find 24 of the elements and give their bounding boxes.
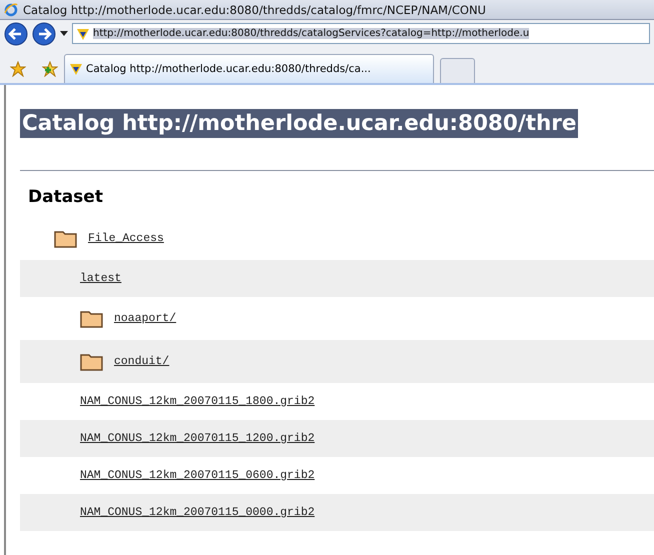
site-icon (69, 62, 83, 76)
folder-icon (54, 229, 78, 248)
favorites-star-icon[interactable] (10, 61, 26, 77)
dropdown-caret-icon[interactable] (60, 30, 68, 36)
browser-tab[interactable]: Catalog http://motherlode.ucar.edu:8080/thredds/ca... (64, 54, 434, 83)
browser-icon (4, 2, 18, 16)
file-link[interactable]: NAM_CONUS_12km_20070115_0000.grib2 (80, 506, 315, 519)
add-favorite-icon[interactable] (42, 61, 58, 77)
file-link[interactable]: NAM_CONUS_12km_20070115_1800.grib2 (80, 395, 315, 408)
folder-link[interactable]: noaaport/ (114, 312, 176, 325)
folder-link[interactable]: conduit/ (114, 355, 170, 368)
forward-button[interactable] (32, 22, 56, 46)
page-heading: Catalog http://motherlode.ucar.edu:8080/thre (20, 109, 578, 138)
folder-link[interactable]: File_Access (88, 232, 164, 245)
folder-icon (80, 309, 104, 328)
file-link[interactable]: NAM_CONUS_12km_20070115_1200.grib2 (80, 432, 315, 445)
site-icon (76, 26, 90, 40)
section-heading: Dataset (28, 187, 104, 207)
address-bar[interactable]: http://motherlode.ucar.edu:8080/thredds/catalogServices?catalog=http://motherlode.u (72, 23, 650, 44)
file-link[interactable]: latest (80, 272, 122, 285)
file-link[interactable]: NAM_CONUS_12km_20070115_0600.grib2 (80, 469, 315, 482)
back-button[interactable] (4, 22, 28, 46)
folder-icon (80, 352, 104, 371)
window-title: Catalog http://motherlode.ucar.edu:8080/thredds/catalog/fmrc/NCEP/NAM/CONU (23, 2, 486, 16)
